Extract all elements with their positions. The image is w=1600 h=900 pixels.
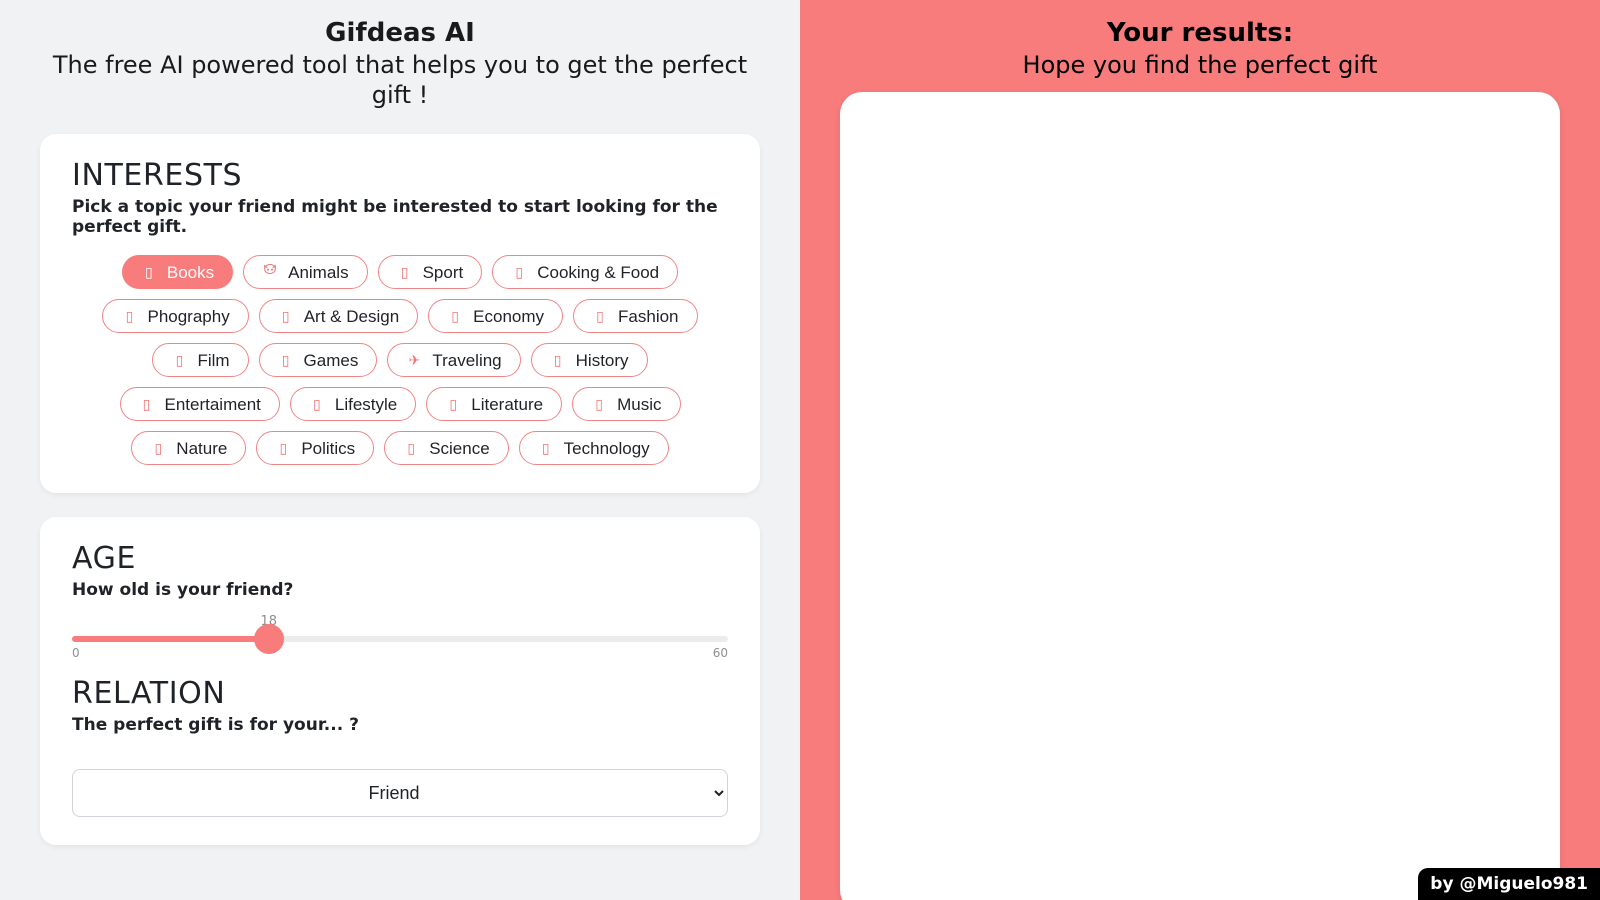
interest-chip-politics[interactable]: ▯ Politics [256,431,374,465]
age-subtitle: How old is your friend? [72,580,728,600]
traveling-icon: ✈ [406,353,422,367]
age-slider-min: 0 [72,646,80,660]
photography-icon: ▯ [121,309,137,323]
interest-chip-label: History [576,352,629,369]
interest-chip-economy[interactable]: ▯ Economy [428,299,563,333]
cooking-icon: ▯ [511,265,527,279]
results-title: Your results: [840,18,1560,48]
interests-title: INTERESTS [72,158,728,193]
history-icon: ▯ [550,353,566,367]
age-slider-max: 60 [713,646,728,660]
economy-icon: ▯ [447,309,463,323]
interest-chip-games[interactable]: ▯ Games [259,343,378,377]
interest-chip-literature[interactable]: ▯ Literature [426,387,562,421]
age-relation-card: AGE How old is your friend? 18 0 60 RELA… [40,517,760,845]
interest-chip-phography[interactable]: ▯ Phography [102,299,248,333]
interest-chip-technology[interactable]: ▯ Technology [519,431,669,465]
interest-chip-art-design[interactable]: ▯ Art & Design [259,299,418,333]
technology-icon: ▯ [538,441,554,455]
literature-icon: ▯ [445,397,461,411]
age-slider[interactable]: 18 0 60 [72,618,728,642]
interest-chip-label: Sport [423,264,464,281]
interest-chip-label: Games [304,352,359,369]
interest-chip-label: Art & Design [304,308,399,325]
interest-chip-lifestyle[interactable]: ▯ Lifestyle [290,387,416,421]
interest-chip-film[interactable]: ▯ Film [152,343,248,377]
interest-chip-label: Music [617,396,661,413]
interest-chip-label: Science [429,440,489,457]
art-icon: ▯ [278,309,294,323]
interest-chip-label: Nature [176,440,227,457]
credit-label: by @Miguelo981 [1430,874,1588,894]
interests-subtitle: Pick a topic your friend might be intere… [72,197,728,237]
interest-chip-nature[interactable]: ▯ Nature [131,431,246,465]
interest-chip-label: Phography [147,308,229,325]
film-icon: ▯ [171,353,187,367]
interest-chip-label: Lifestyle [335,396,397,413]
age-title: AGE [72,541,728,576]
app-title: Gifdeas AI [40,18,760,48]
music-icon: ▯ [591,397,607,411]
right-pane: Your results: Hope you find the perfect … [800,0,1600,900]
interest-chip-sport[interactable]: ▯ Sport [378,255,483,289]
interest-chip-label: Film [197,352,229,369]
app-subtitle: The free AI powered tool that helps you … [40,50,760,110]
interest-chip-fashion[interactable]: ▯ Fashion [573,299,697,333]
interest-chip-label: Traveling [432,352,501,369]
books-icon: ▯ [141,265,157,279]
interest-chip-science[interactable]: ▯ Science [384,431,508,465]
interest-chip-label: Fashion [618,308,678,325]
interest-chip-label: Entertaiment [165,396,261,413]
interest-chip-label: Politics [301,440,355,457]
credit-badge[interactable]: by @Miguelo981 [1418,868,1600,900]
politics-icon: ▯ [275,441,291,455]
age-slider-fill [72,636,269,642]
interest-chip-entertaiment[interactable]: ▯ Entertaiment [120,387,280,421]
fashion-icon: ▯ [592,309,608,323]
interest-chip-label: Cooking & Food [537,264,659,281]
interest-chip-history[interactable]: ▯ History [531,343,648,377]
interest-chip-label: Literature [471,396,543,413]
age-slider-track [72,636,728,642]
games-icon: ▯ [278,353,294,367]
interest-chip-cooking-food[interactable]: ▯ Cooking & Food [492,255,678,289]
interests-chip-container: ▯ Books Animals ▯ Sport ▯ Cooking & Food ▯ Phogr… [72,255,728,465]
left-pane: Gifdeas AI The free AI powered tool that… [0,0,800,900]
relation-select[interactable]: Friend [72,769,728,817]
science-icon: ▯ [403,441,419,455]
interest-chip-label: Technology [564,440,650,457]
interest-chip-music[interactable]: ▯ Music [572,387,680,421]
lifestyle-icon: ▯ [309,397,325,411]
app-header: Gifdeas AI The free AI powered tool that… [40,18,760,110]
nature-icon: ▯ [150,441,166,455]
results-subtitle: Hope you find the perfect gift [840,50,1560,80]
animals-icon [262,263,278,281]
sport-icon: ▯ [397,265,413,279]
results-header: Your results: Hope you find the perfect … [840,18,1560,80]
interest-chip-animals[interactable]: Animals [243,255,367,289]
relation-title: RELATION [72,676,728,711]
results-card [840,92,1560,900]
interest-chip-label: Economy [473,308,544,325]
interest-chip-traveling[interactable]: ✈ Traveling [387,343,520,377]
interests-card: INTERESTS Pick a topic your friend might… [40,134,760,493]
interest-chip-label: Books [167,264,214,281]
age-slider-thumb[interactable] [254,624,284,654]
interest-chip-books[interactable]: ▯ Books [122,255,233,289]
relation-subtitle: The perfect gift is for your... ? [72,715,728,735]
entertainment-icon: ▯ [139,397,155,411]
interest-chip-label: Animals [288,264,348,281]
